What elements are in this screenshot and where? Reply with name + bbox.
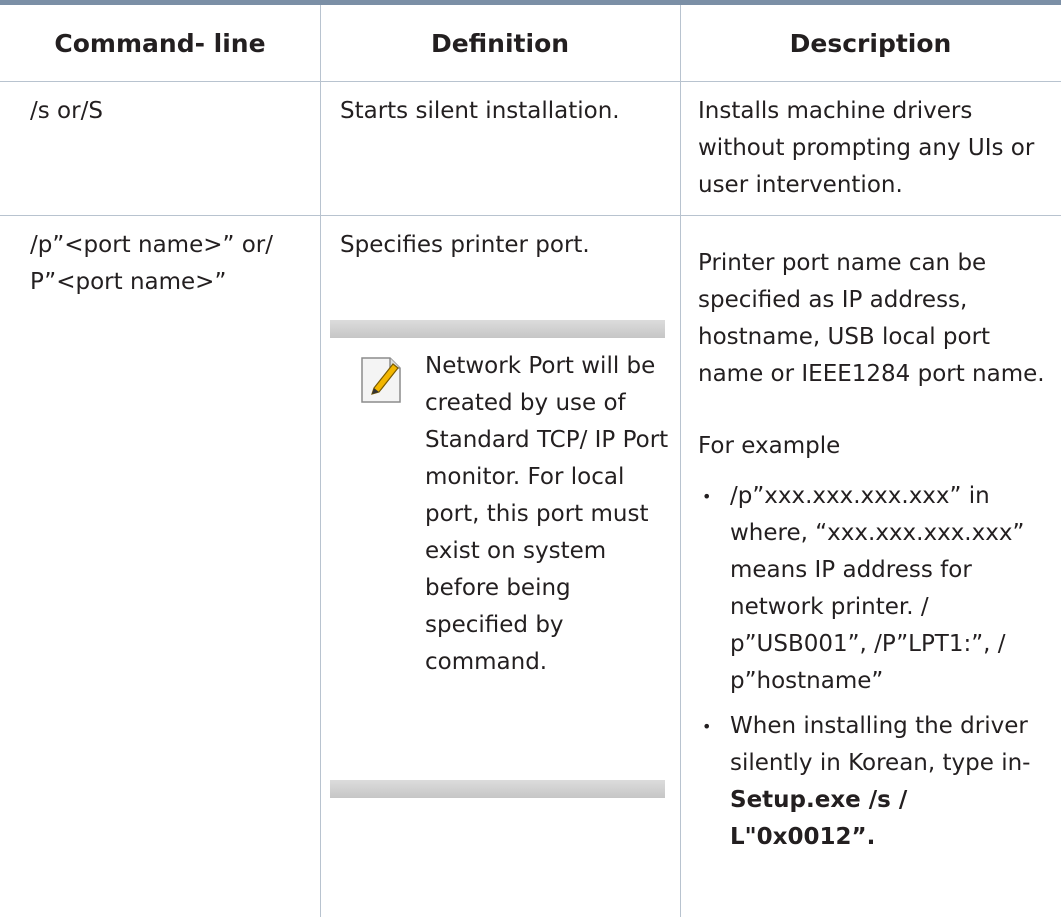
column-divider-1 (320, 5, 321, 917)
header-definition: Definition (430, 28, 570, 58)
note-pencil-icon (360, 354, 402, 404)
header-description: Description (789, 28, 952, 58)
bullet-item-2-text: When installing the driver silently in K… (730, 713, 1031, 776)
row1-command: /s or/S (30, 98, 103, 124)
row2-description: Printer port name can be specified as IP… (698, 250, 1045, 387)
bullet-item-1: /p”xxx.xxx.xxx.xxx” in where, “xxx.xxx.x… (698, 478, 1060, 700)
example-label: For example (698, 433, 841, 459)
row2-definition: Specifies printer port. (340, 232, 590, 258)
note-top-bar (330, 320, 665, 338)
note-box: Network Port will be created by use of S… (330, 320, 668, 798)
bullet-item-2: When installing the driver silently in K… (698, 708, 1060, 856)
table-header-row: Command- line Definition Description (0, 5, 1061, 82)
example-bullet-list: /p”xxx.xxx.xxx.xxx” in where, “xxx.xxx.x… (698, 478, 1060, 864)
header-command-line: Command- line (54, 28, 266, 58)
document-page: Command- line Definition Description /s … (0, 0, 1061, 917)
row-divider (0, 215, 1061, 216)
row1-definition: Starts silent installation. (340, 98, 620, 124)
bullet-item-2-command: Setup.exe /s / L"0x0012”. (730, 787, 908, 850)
note-text: Network Port will be created by use of S… (425, 353, 669, 675)
row1-description: Installs machine drivers without prompti… (698, 98, 1035, 198)
column-divider-2 (680, 5, 681, 917)
row2-command: /p”<port name>” or/ P”<port name>” (30, 232, 273, 295)
note-bottom-bar (330, 780, 665, 798)
